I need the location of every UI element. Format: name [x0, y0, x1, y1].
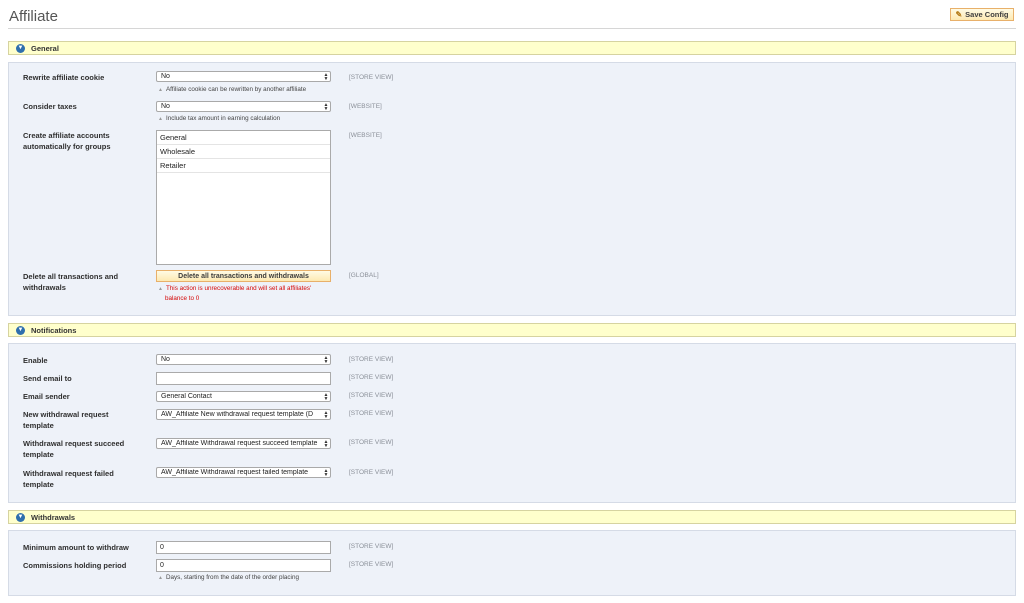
field-label: New withdrawal request template [23, 410, 109, 430]
updown-arrows-icon: ▲ ▼ [323, 409, 329, 420]
list-item[interactable]: Wholesale [157, 145, 330, 159]
field-label: Withdrawal request succeed template [23, 439, 125, 459]
field-label: Commissions holding period [23, 561, 127, 570]
field-label: Create affiliate accounts automatically … [23, 131, 111, 151]
scope-label: [STORE VIEW] [349, 439, 394, 446]
scope-label: [STORE VIEW] [349, 469, 394, 476]
section-title: Withdrawals [31, 512, 76, 522]
field-note: ▲ Affiliate cookie can be rewritten by an… [158, 86, 307, 93]
section-header-withdrawals[interactable]: ▼ Withdrawals [8, 510, 1016, 524]
minimum-withdraw-input[interactable] [156, 541, 331, 554]
updown-arrows-icon: ▲ ▼ [323, 438, 329, 449]
updown-arrows-icon: ▲ ▼ [323, 101, 329, 112]
updown-arrows-icon: ▲ ▼ [323, 354, 329, 365]
title-divider [8, 28, 1016, 29]
section-header-general[interactable]: ▼ General [8, 41, 1016, 55]
scope-label: [WEBSITE] [349, 132, 382, 139]
field-label: Delete all transactions and withdrawals [23, 272, 119, 292]
succeed-template-select[interactable]: AW_Affiliate Withdrawal request succeed … [156, 438, 331, 449]
field-label: Withdrawal request failed template [23, 469, 114, 489]
field-label: Send email to [23, 374, 72, 383]
chevron-down-circle-icon: ▼ [16, 325, 25, 335]
notifications-enable-select[interactable]: No ▲ ▼ [156, 354, 331, 365]
section-title: General [31, 43, 59, 53]
section-body-notifications [8, 343, 1016, 503]
field-note: ▲ Include tax amount in earning calculati… [158, 115, 281, 122]
updown-arrows-icon: ▲ ▼ [323, 467, 329, 478]
save-config-button[interactable]: ✎ Save Config [950, 8, 1014, 21]
field-label: Enable [23, 356, 48, 365]
list-item[interactable]: Retailer [157, 159, 330, 173]
field-label: Rewrite affiliate cookie [23, 73, 105, 82]
field-label: Email sender [23, 392, 70, 401]
failed-template-select[interactable]: AW_Affiliate Withdrawal request failed t… [156, 467, 331, 478]
rewrite-cookie-select[interactable]: No ▲ ▼ [156, 71, 331, 82]
field-note: ▲ Days, starting from the date of the ord… [158, 574, 299, 581]
save-config-label: Save Config [965, 10, 1009, 19]
triangle-up-icon: ▲ [158, 87, 163, 93]
scope-label: [STORE VIEW] [349, 374, 394, 381]
scope-label: [STORE VIEW] [349, 74, 394, 81]
triangle-up-icon: ▲ [158, 286, 163, 292]
scope-label: [WEBSITE] [349, 103, 382, 110]
section-header-notifications[interactable]: ▼ Notifications [8, 323, 1016, 337]
customer-groups-multiselect[interactable]: General Wholesale Retailer [156, 130, 331, 265]
new-withdrawal-template-select[interactable]: AW_Affiliate New withdrawal request temp… [156, 409, 331, 420]
updown-arrows-icon: ▲ ▼ [323, 71, 329, 82]
consider-taxes-select[interactable]: No ▲ ▼ [156, 101, 331, 112]
field-label: Consider taxes [23, 102, 77, 111]
chevron-down-circle-icon: ▼ [16, 43, 25, 53]
scope-label: [STORE VIEW] [349, 561, 394, 568]
scope-label: [STORE VIEW] [349, 543, 394, 550]
save-icon: ✎ [955, 10, 963, 19]
field-label: Minimum amount to withdraw [23, 543, 129, 552]
updown-arrows-icon: ▲ ▼ [323, 391, 329, 402]
holding-period-input[interactable] [156, 559, 331, 572]
section-title: Notifications [31, 325, 77, 335]
triangle-up-icon: ▲ [158, 575, 163, 581]
triangle-up-icon: ▲ [158, 116, 163, 122]
send-email-to-input[interactable] [156, 372, 331, 385]
scope-label: [STORE VIEW] [349, 392, 394, 399]
delete-all-transactions-button[interactable]: Delete all transactions and withdrawals [156, 270, 331, 282]
email-sender-select[interactable]: General Contact ▲ ▼ [156, 391, 331, 402]
page-title: Affiliate [9, 8, 58, 25]
scope-label: [STORE VIEW] [349, 410, 394, 417]
warning-note: ▲ This action is unrecoverable and will s… [158, 285, 312, 302]
scope-label: [STORE VIEW] [349, 356, 394, 363]
chevron-down-circle-icon: ▼ [16, 512, 25, 522]
scope-label: [GLOBAL] [349, 272, 379, 279]
list-item[interactable]: General [157, 131, 330, 145]
